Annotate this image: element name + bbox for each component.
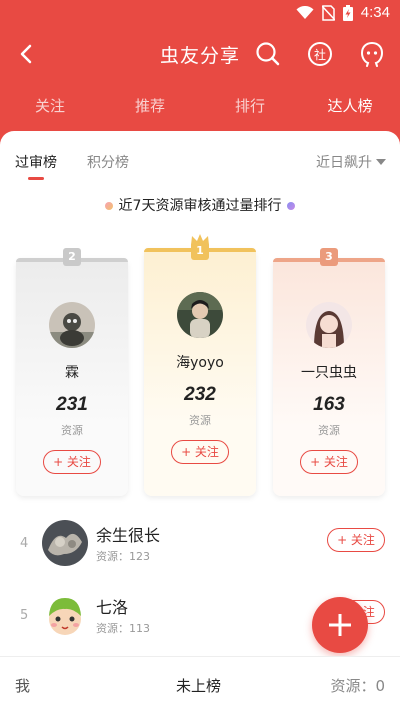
top-tabs: 关注 推荐 排行 达人榜: [0, 90, 400, 120]
score: 231: [56, 394, 88, 415]
avatar[interactable]: [306, 302, 352, 348]
rank-status: 未上榜: [176, 677, 222, 695]
rank-badge: 1: [191, 242, 209, 260]
subtab-indicator: [28, 177, 44, 180]
community-icon: 社: [308, 42, 332, 66]
search-icon: [256, 42, 280, 66]
tab-recommended[interactable]: 推荐: [115, 95, 185, 116]
list-item[interactable]: 4 余生很长 资源：123 + 关注: [0, 516, 400, 576]
score-label: 资源: [318, 424, 340, 437]
page-title: 虫友分享: [160, 45, 241, 67]
follow-button[interactable]: + 关注: [171, 440, 229, 464]
score-label: 资源: [189, 414, 211, 427]
ranking-title: 近7天资源审核通过量排行: [0, 195, 400, 215]
me-label: 我: [15, 677, 31, 695]
podium-card-1: 1 海yoyo 232 资源 + 关注: [144, 234, 256, 496]
score-label: 资源: [61, 424, 83, 437]
ranking-title-text: 近7天资源审核通过量排行: [118, 198, 282, 214]
follow-button[interactable]: + 关注: [43, 450, 101, 474]
follow-button[interactable]: + 关注: [300, 450, 358, 474]
score: 163: [313, 394, 345, 415]
profile-button[interactable]: [356, 38, 388, 70]
podium-card-3: 3 一只虫虫 163 资源 + 关注: [273, 248, 385, 496]
score: 232: [184, 384, 216, 405]
tab-experts[interactable]: 达人榜: [315, 95, 385, 116]
svg-text:社: 社: [314, 47, 326, 62]
wifi-icon: [296, 5, 314, 19]
status-bar: 4:34: [0, 0, 400, 28]
rank-badge: 3: [320, 248, 338, 266]
sort-dropdown[interactable]: 近日飙升: [316, 152, 386, 172]
follow-button[interactable]: + 关注: [327, 528, 385, 552]
decor-dot-icon: [104, 202, 113, 210]
community-button[interactable]: 社: [304, 38, 336, 70]
back-button[interactable]: [12, 38, 44, 70]
podium-card-2: 2 霖 231 资源 + 关注: [16, 248, 128, 496]
subtab-review[interactable]: 过审榜: [15, 152, 57, 172]
app-header: 虫友分享 社: [0, 32, 400, 76]
battery-charging-icon: [342, 4, 353, 21]
no-sim-icon: [321, 4, 335, 21]
subtab-points[interactable]: 积分榜: [87, 152, 129, 172]
search-button[interactable]: [252, 38, 284, 70]
avatar[interactable]: [177, 292, 223, 338]
tab-ranking[interactable]: 排行: [215, 95, 285, 116]
user-name: 霖: [65, 365, 79, 381]
avatar[interactable]: [42, 592, 88, 638]
decor-dot-icon: [287, 202, 296, 210]
face-icon: [360, 42, 384, 67]
resource-count: 资源：113: [96, 622, 150, 635]
tab-following[interactable]: 关注: [15, 95, 85, 116]
my-rank-bar: 我 未上榜 资源：0: [0, 656, 400, 711]
row-rank: 5: [20, 608, 29, 623]
avatar[interactable]: [42, 520, 88, 566]
user-name: 一只虫虫: [301, 365, 357, 381]
user-name: 海yoyo: [176, 355, 224, 371]
add-post-button[interactable]: [312, 597, 368, 653]
back-arrow-icon: [20, 44, 32, 64]
rank-badge: 2: [63, 248, 81, 266]
resource-count: 资源：123: [96, 550, 150, 563]
row-rank: 4: [20, 536, 29, 551]
avatar[interactable]: [49, 302, 95, 348]
user-name: 七洛: [96, 598, 129, 617]
sort-label: 近日飙升: [316, 155, 372, 171]
user-name: 余生很长: [96, 526, 161, 545]
my-resources: 资源：0: [330, 677, 385, 695]
caret-down-icon: [376, 159, 386, 165]
sub-tabs: 过审榜 积分榜 近日飙升: [0, 152, 400, 182]
status-time: 4:34: [360, 4, 390, 21]
